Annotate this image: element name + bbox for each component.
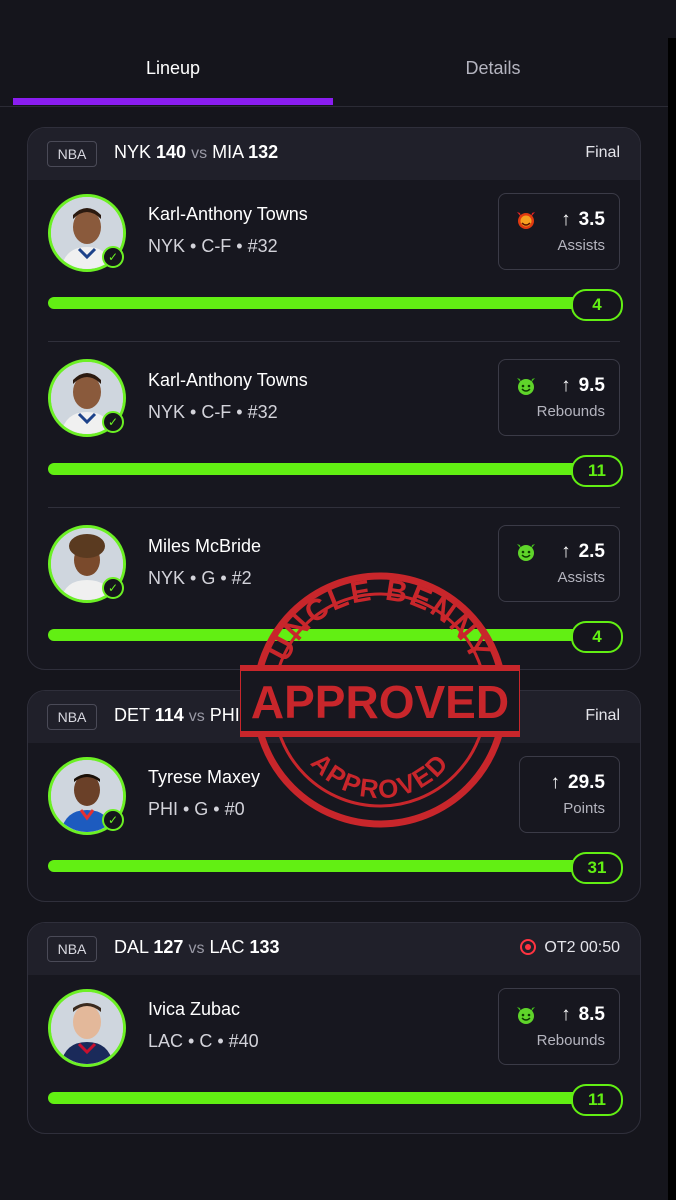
arrow-up-icon: ↑ bbox=[561, 375, 571, 396]
stat-type: Rebounds bbox=[536, 403, 605, 420]
svg-text:APPROVED: APPROVED bbox=[305, 747, 455, 805]
check-icon: ✓ bbox=[102, 246, 124, 268]
player-info: NYK • G • #2 bbox=[148, 568, 252, 588]
matchup-score: DAL 127 vs LAC 133 bbox=[114, 937, 280, 957]
devil-green-icon bbox=[517, 1007, 535, 1024]
stamp-middle-text: APPROVED bbox=[251, 676, 509, 728]
league-badge: NBA bbox=[47, 936, 97, 962]
player-avatar bbox=[48, 989, 126, 1067]
result-badge: 11 bbox=[571, 1084, 623, 1116]
player-info: PHI • G • #0 bbox=[148, 799, 245, 819]
player-info: NYK • C-F • #32 bbox=[148, 236, 278, 256]
stamp-top-text: UNCLE BENNY bbox=[263, 574, 494, 667]
player-name: Karl-Anthony Towns bbox=[148, 370, 308, 390]
devil-green-icon bbox=[517, 378, 535, 395]
progress-bar bbox=[48, 1092, 590, 1104]
prop-line-box[interactable]: ↑ 3.5 Assists bbox=[498, 193, 620, 270]
prop-line: ↑ 3.5 bbox=[561, 209, 605, 230]
game-header: NBA NYK 140 vs MIA 132 Final bbox=[28, 128, 640, 180]
league-badge: NBA bbox=[47, 704, 97, 730]
check-icon: ✓ bbox=[102, 809, 124, 831]
svg-text:UNCLE BENNY: UNCLE BENNY bbox=[263, 574, 496, 667]
prop-line-box[interactable]: ↑ 9.5 Rebounds bbox=[498, 359, 620, 436]
prop-line: ↑ 9.5 bbox=[561, 375, 605, 396]
stat-type: Assists bbox=[557, 569, 605, 586]
devil-red-icon bbox=[517, 212, 535, 229]
stamp-bottom-text: APPROVED bbox=[305, 747, 453, 805]
game-status: Final bbox=[585, 144, 620, 161]
stat-type: Rebounds bbox=[536, 1032, 605, 1049]
tab-lineup[interactable]: Lineup bbox=[73, 58, 273, 79]
matchup-score: NYK 140 vs MIA 132 bbox=[114, 142, 279, 162]
game-header: NBA DAL 127 vs LAC 133 OT2 00:50 bbox=[28, 923, 640, 975]
game-status: OT2 00:50 bbox=[520, 939, 620, 957]
result-badge: 31 bbox=[571, 852, 623, 884]
screen-edge bbox=[668, 38, 676, 1200]
pick-row[interactable]: ✓ Karl-Anthony Towns NYK • C-F • #32 ↑ 9.… bbox=[28, 342, 640, 508]
stat-type: Points bbox=[563, 800, 605, 817]
progress-bar bbox=[48, 463, 590, 475]
arrow-up-icon: ↑ bbox=[561, 541, 571, 562]
matchup-score: DET 114 vs PHI 1 bbox=[114, 705, 255, 725]
league-badge: NBA bbox=[47, 141, 97, 167]
prop-line-box[interactable]: ↑ 29.5 Points bbox=[519, 756, 620, 833]
result-badge: 4 bbox=[571, 289, 623, 321]
tab-details[interactable]: Details bbox=[393, 58, 593, 79]
game-card[interactable]: NBA DAL 127 vs LAC 133 OT2 00:50 Ivica Z… bbox=[27, 922, 641, 1134]
progress-bar bbox=[48, 297, 590, 309]
active-tab-indicator bbox=[13, 98, 333, 105]
player-info: NYK • C-F • #32 bbox=[148, 402, 278, 422]
arrow-up-icon: ↑ bbox=[561, 1004, 571, 1025]
pick-row[interactable]: ✓ Karl-Anthony Towns NYK • C-F • #32 ↑ 3.… bbox=[28, 180, 640, 342]
progress-bar bbox=[48, 860, 590, 872]
pick-row[interactable]: Ivica Zubac LAC • C • #40 ↑ 8.5 Rebounds … bbox=[28, 975, 640, 1133]
prop-line: ↑ 2.5 bbox=[561, 541, 605, 562]
player-name: Ivica Zubac bbox=[148, 999, 241, 1019]
tab-bar: Lineup Details bbox=[0, 0, 668, 107]
result-badge: 11 bbox=[571, 455, 623, 487]
arrow-up-icon: ↑ bbox=[550, 772, 561, 793]
check-icon: ✓ bbox=[102, 577, 124, 599]
check-icon: ✓ bbox=[102, 411, 124, 433]
game-status: Final bbox=[585, 707, 620, 724]
approved-stamp: UNCLE BENNY APPROVED APPROVED bbox=[240, 572, 520, 828]
arrow-up-icon: ↑ bbox=[561, 209, 571, 230]
prop-line: ↑ 8.5 bbox=[561, 1004, 605, 1025]
stat-type: Assists bbox=[557, 237, 605, 254]
player-info: LAC • C • #40 bbox=[148, 1031, 259, 1051]
prop-line: ↑ 29.5 bbox=[550, 772, 605, 793]
player-name: Miles McBride bbox=[148, 536, 262, 556]
prop-line-box[interactable]: ↑ 8.5 Rebounds bbox=[498, 988, 620, 1065]
live-icon bbox=[520, 939, 537, 955]
player-name: Karl-Anthony Towns bbox=[148, 204, 308, 224]
result-badge: 4 bbox=[571, 621, 623, 653]
